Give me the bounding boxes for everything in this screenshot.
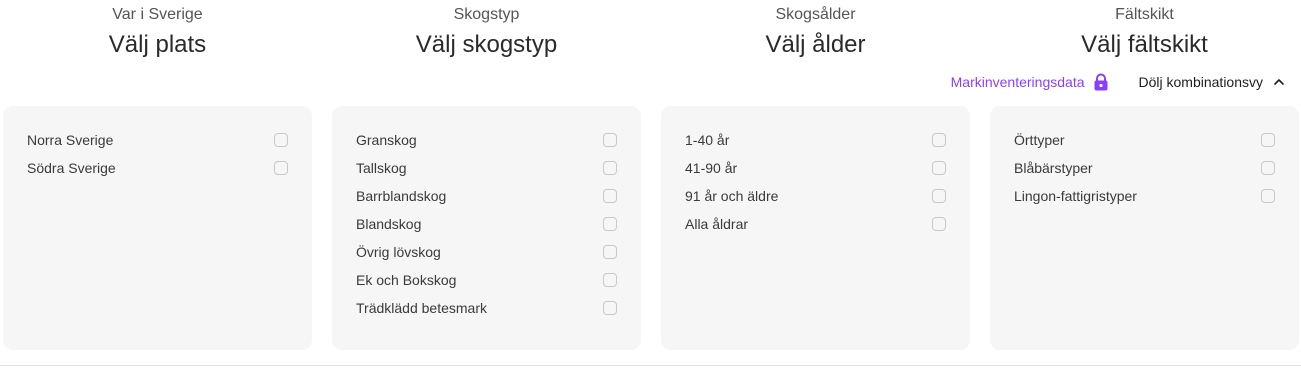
option-checkbox[interactable] [274,161,288,175]
markinventering-link[interactable]: Markinventeringsdata [951,73,1109,91]
option-checkbox[interactable] [603,133,617,147]
filter-header-field-layer[interactable]: Fältskikt Välj fältskikt [990,0,1299,60]
age-panel: 1-40 år 41-90 år 91 år och äldre Alla ål… [661,106,970,350]
filter-headers: Var i Sverige Välj plats Skogstyp Välj s… [0,0,1301,70]
option-checkbox[interactable] [932,133,946,147]
filter-header-forest-type[interactable]: Skogstyp Välj skogstyp [332,0,641,60]
option-label: 1-40 år [685,132,730,148]
option-label: 91 år och äldre [685,188,779,204]
option-label: Lingon-fattigristyper [1014,188,1137,204]
option-checkbox[interactable] [603,217,617,231]
option-checkbox[interactable] [932,217,946,231]
filter-subtitle: Var i Sverige [112,6,203,23]
option-row[interactable]: Tallskog [356,158,617,178]
option-checkbox[interactable] [603,273,617,287]
option-row[interactable]: Trädklädd betesmark [356,298,617,318]
option-checkbox[interactable] [274,133,288,147]
option-label: Ek och Bokskog [356,272,457,288]
option-row[interactable]: Örttyper [1014,130,1275,150]
filter-header-place[interactable]: Var i Sverige Välj plats [3,0,312,60]
option-label: 41-90 år [685,160,738,176]
option-row[interactable]: Södra Sverige [27,158,288,178]
forest-type-panel: Granskog Tallskog Barrblandskog Blandsko… [332,106,641,350]
toggle-combination-view-label: Dölj kombinationsvy [1138,74,1264,90]
option-row[interactable]: Blåbärstyper [1014,158,1275,178]
option-label: Tallskog [356,160,407,176]
option-checkbox[interactable] [603,189,617,203]
markinventering-label: Markinventeringsdata [950,74,1085,90]
field-layer-panel: Örttyper Blåbärstyper Lingon-fattigristy… [990,106,1299,350]
option-row[interactable]: Ek och Bokskog [356,270,617,290]
option-checkbox[interactable] [603,161,617,175]
option-label: Blåbärstyper [1014,160,1093,176]
option-row[interactable]: 1-40 år [685,130,946,150]
option-checkbox[interactable] [1261,189,1275,203]
option-checkbox[interactable] [1261,161,1275,175]
option-row[interactable]: Granskog [356,130,617,150]
option-label: Övrig lövskog [356,244,441,260]
filter-title[interactable]: Välj ålder [661,30,970,60]
filter-subtitle: Fältskikt [1115,6,1174,23]
filter-title[interactable]: Välj fältskikt [990,30,1299,60]
place-panel: Norra Sverige Södra Sverige [3,106,312,350]
option-row[interactable]: Norra Sverige [27,130,288,150]
filter-title[interactable]: Välj plats [3,30,312,60]
option-label: Alla åldrar [685,216,749,232]
option-checkbox[interactable] [603,301,617,315]
filter-subtitle: Skogsålder [775,6,856,23]
divider [0,365,1301,366]
option-row[interactable]: Barrblandskog [356,186,617,206]
option-label: Örttyper [1014,132,1065,148]
chevron-up-icon [1274,79,1284,85]
filter-subtitle: Skogstyp [453,6,520,23]
option-label: Trädklädd betesmark [356,300,487,316]
option-label: Norra Sverige [27,132,114,148]
option-checkbox[interactable] [932,189,946,203]
filter-header-age[interactable]: Skogsålder Välj ålder [661,0,970,60]
option-row[interactable]: Övrig lövskog [356,242,617,262]
option-checkbox[interactable] [1261,133,1275,147]
toggle-combination-view-button[interactable]: Dölj kombinationsvy [1139,74,1286,90]
toolbar: Markinventeringsdata Dölj kombinationsvy [951,72,1285,92]
option-label: Södra Sverige [27,160,116,176]
option-label: Granskog [356,132,417,148]
option-row[interactable]: 91 år och äldre [685,186,946,206]
option-checkbox[interactable] [932,161,946,175]
option-label: Barrblandskog [356,188,447,204]
lock-icon [1094,73,1107,91]
option-checkbox[interactable] [603,245,617,259]
option-row[interactable]: Blandskog [356,214,617,234]
option-row[interactable]: Lingon-fattigristyper [1014,186,1275,206]
filter-title[interactable]: Välj skogstyp [332,30,641,60]
option-row[interactable]: 41-90 år [685,158,946,178]
option-row[interactable]: Alla åldrar [685,214,946,234]
option-label: Blandskog [356,216,422,232]
